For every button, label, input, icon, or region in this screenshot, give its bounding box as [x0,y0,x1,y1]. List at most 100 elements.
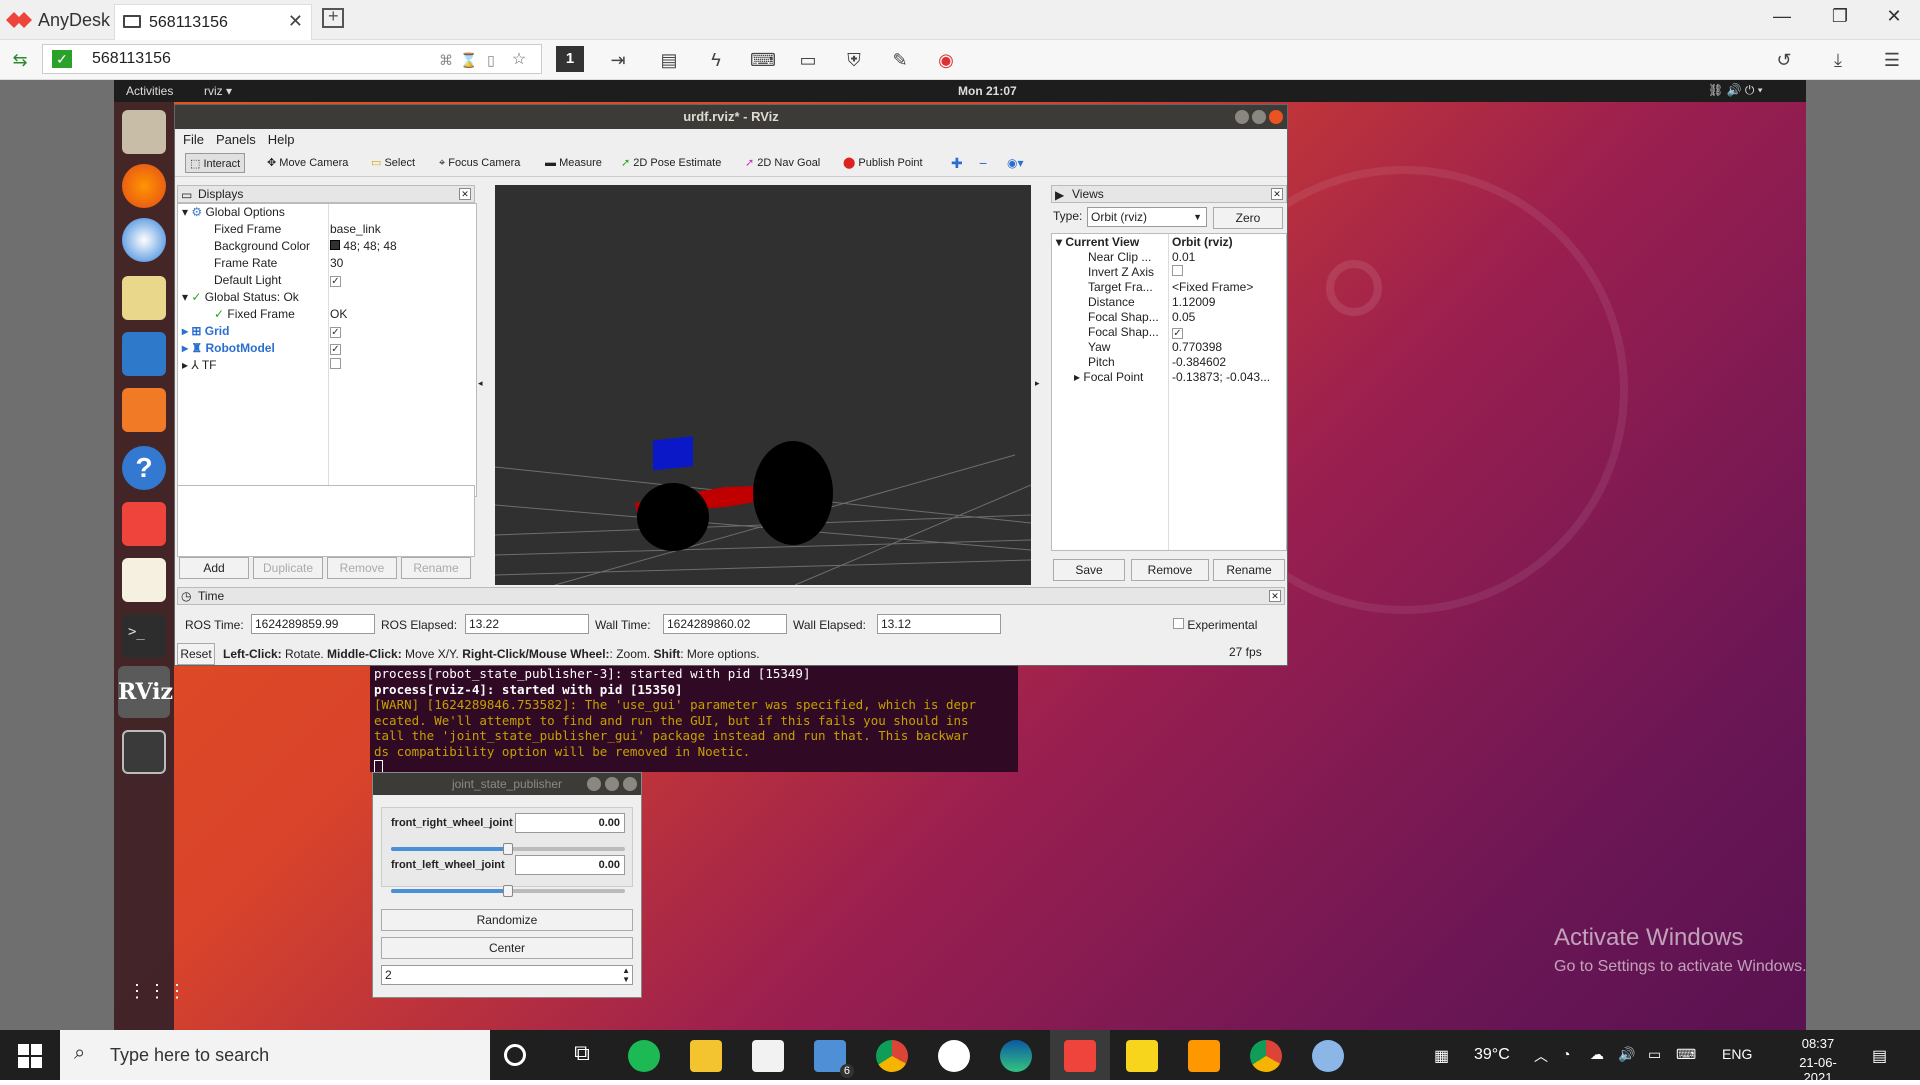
frame-rate-value[interactable]: 30 [330,255,343,272]
recorder-icon[interactable] [122,730,166,774]
mail-icon[interactable]: 6 [814,1040,854,1078]
tf-checkbox[interactable] [330,357,341,374]
file-transfer-icon[interactable]: ⇥ [606,48,630,72]
wall-time-field[interactable]: 1624289860.02 [663,614,787,634]
privacy-icon[interactable]: ⌘ [434,48,458,72]
tree-row[interactable]: Frame Rate [214,255,277,272]
sticky-notes-icon[interactable] [1126,1040,1158,1072]
spin-box[interactable]: 2 ▲ ▼ [381,965,633,985]
close-panel-icon[interactable]: ✕ [1269,590,1281,602]
remove-tool-icon[interactable]: − [975,153,991,173]
tree-row[interactable]: ▸ Focal Point [1074,369,1143,386]
remove-display-button[interactable]: Remove [327,557,397,579]
tool-interact[interactable]: ⬚ Interact [185,153,246,173]
favorite-star-icon[interactable]: ☆ [507,48,531,72]
close-window-icon[interactable]: ✕ [1874,6,1914,27]
actions-lightning-icon[interactable]: ϟ [704,48,728,72]
maximize-icon[interactable] [1252,110,1266,124]
display-selector[interactable]: 1 [556,46,584,72]
windows-start-icon[interactable] [18,1044,42,1068]
text-editor-icon[interactable] [122,558,166,602]
session-tab[interactable]: 568113156 ✕ [114,4,312,40]
spotify-icon[interactable] [628,1040,660,1072]
tool-properties-icon[interactable]: ◉▾ [1003,153,1028,173]
new-tab-icon[interactable] [322,6,344,28]
file-explorer-icon[interactable] [690,1040,722,1072]
close-panel-icon[interactable]: ✕ [459,188,471,200]
taskbar-search[interactable]: ⌕ Type here to search [60,1030,490,1080]
system-tray-icons[interactable]: ⛓ 🔊 ⏻ ▾ [1708,83,1763,98]
storage-icon[interactable]: ▯ [479,48,503,72]
edge-icon[interactable] [1000,1040,1032,1072]
joint-value-field[interactable]: 0.00 [515,855,625,875]
tree-row-grid[interactable]: ▸ ⊞ Grid [182,323,229,340]
chat-icon[interactable]: ▤ [657,48,681,72]
minimize-icon[interactable]: — [1762,6,1802,27]
tree-row[interactable]: Fixed Frame [214,221,281,238]
rename-display-button[interactable]: Rename [401,557,471,579]
tree-row[interactable]: ▾ ✓ Global Status: Ok [182,289,299,306]
menu-help[interactable]: Help [268,132,295,147]
ros-time-field[interactable]: 1624289859.99 [251,614,375,634]
chrome-profile-icon[interactable] [1250,1040,1282,1072]
tool-focus-camera[interactable]: ⌖ Focus Camera [435,153,524,173]
tool-select[interactable]: ▭ Select [367,153,419,173]
menu-file[interactable]: File [183,132,204,147]
tool-publish-point[interactable]: ⬤ Publish Point [839,153,927,173]
collapse-right-icon[interactable]: ▸ [1035,378,1040,389]
robotmodel-checkbox[interactable]: ✓ [330,340,341,357]
add-display-button[interactable]: Add [179,557,249,579]
wall-elapsed-field[interactable]: 13.12 [877,614,1001,634]
tool-2d-pose-estimate[interactable]: ➚ 2D Pose Estimate [617,153,725,173]
joint-slider-handle[interactable] [503,885,513,897]
files-icon[interactable] [122,110,166,154]
show-apps-icon[interactable]: ⋮⋮⋮ [128,982,188,1000]
tree-row-tf[interactable]: ▸ ⅄ TF [182,357,217,374]
joint-value-field[interactable]: 0.00 [515,813,625,833]
paint-icon[interactable] [1312,1040,1344,1072]
view-type-dropdown[interactable]: Orbit (rviz) ▼ [1087,207,1207,227]
permissions-shield-icon[interactable]: ⛨ [842,48,866,72]
language-indicator[interactable]: ENG [1722,1046,1752,1062]
ros-elapsed-field[interactable]: 13.22 [465,614,589,634]
terminal-icon[interactable]: >_ [122,614,166,658]
record-icon[interactable]: ◉ [934,48,958,72]
rhythmbox-icon[interactable] [122,276,166,320]
temperature[interactable]: 39°C [1474,1046,1510,1064]
notifications-icon[interactable]: ▤ [1872,1046,1887,1066]
writer-icon[interactable] [122,332,166,376]
hourglass-icon[interactable]: ⌛ [457,48,481,72]
background-color-value[interactable]: 48; 48; 48 [330,238,397,255]
experimental-checkbox[interactable]: Experimental [1173,618,1257,632]
battery-icon[interactable]: ▭ [1648,1046,1661,1063]
tree-row[interactable]: Background Color [214,238,310,255]
anydesk-dock-icon[interactable] [122,502,166,546]
store-icon[interactable] [752,1040,784,1072]
add-tool-icon[interactable]: ✚ [947,153,967,173]
display-icon[interactable]: ▭ [796,48,820,72]
download-icon[interactable]: ⤓ [1826,48,1850,72]
slack-icon[interactable] [938,1040,970,1072]
history-icon[interactable]: ↺ [1772,48,1796,72]
task-view-icon[interactable]: ⧉ [566,1040,598,1072]
focal-point-value[interactable]: -0.13873; -0.043... [1172,369,1270,386]
activities-button[interactable]: Activities [126,84,173,98]
weather-icon[interactable]: ▦ [1434,1046,1449,1066]
close-icon[interactable] [623,777,637,791]
duplicate-display-button[interactable]: Duplicate [253,557,323,579]
reset-button[interactable]: Reset [177,643,215,665]
joint-slider-handle[interactable] [503,843,513,855]
hamburger-menu-icon[interactable]: ☰ [1880,48,1904,72]
tree-row[interactable]: ▾ ⚙ Global Options [182,204,285,221]
top-bar-clock[interactable]: Mon 21:07 [958,84,1017,98]
center-button[interactable]: Center [381,937,633,959]
anydesk-taskbar-icon[interactable] [1064,1040,1096,1072]
close-tab-icon[interactable]: ✕ [288,11,303,32]
help-icon[interactable]: ? [122,446,166,490]
spin-arrows-icon[interactable]: ▲ ▼ [622,966,630,984]
tree-row-robotmodel[interactable]: ▸ ♜ RobotModel [182,340,275,357]
taskbar-clock[interactable]: 08:37 21-06-2021 [1788,1036,1848,1085]
cortana-icon[interactable] [504,1044,526,1066]
volume-icon[interactable]: 🔊 [1618,1046,1635,1063]
rename-view-button[interactable]: Rename [1213,559,1285,581]
